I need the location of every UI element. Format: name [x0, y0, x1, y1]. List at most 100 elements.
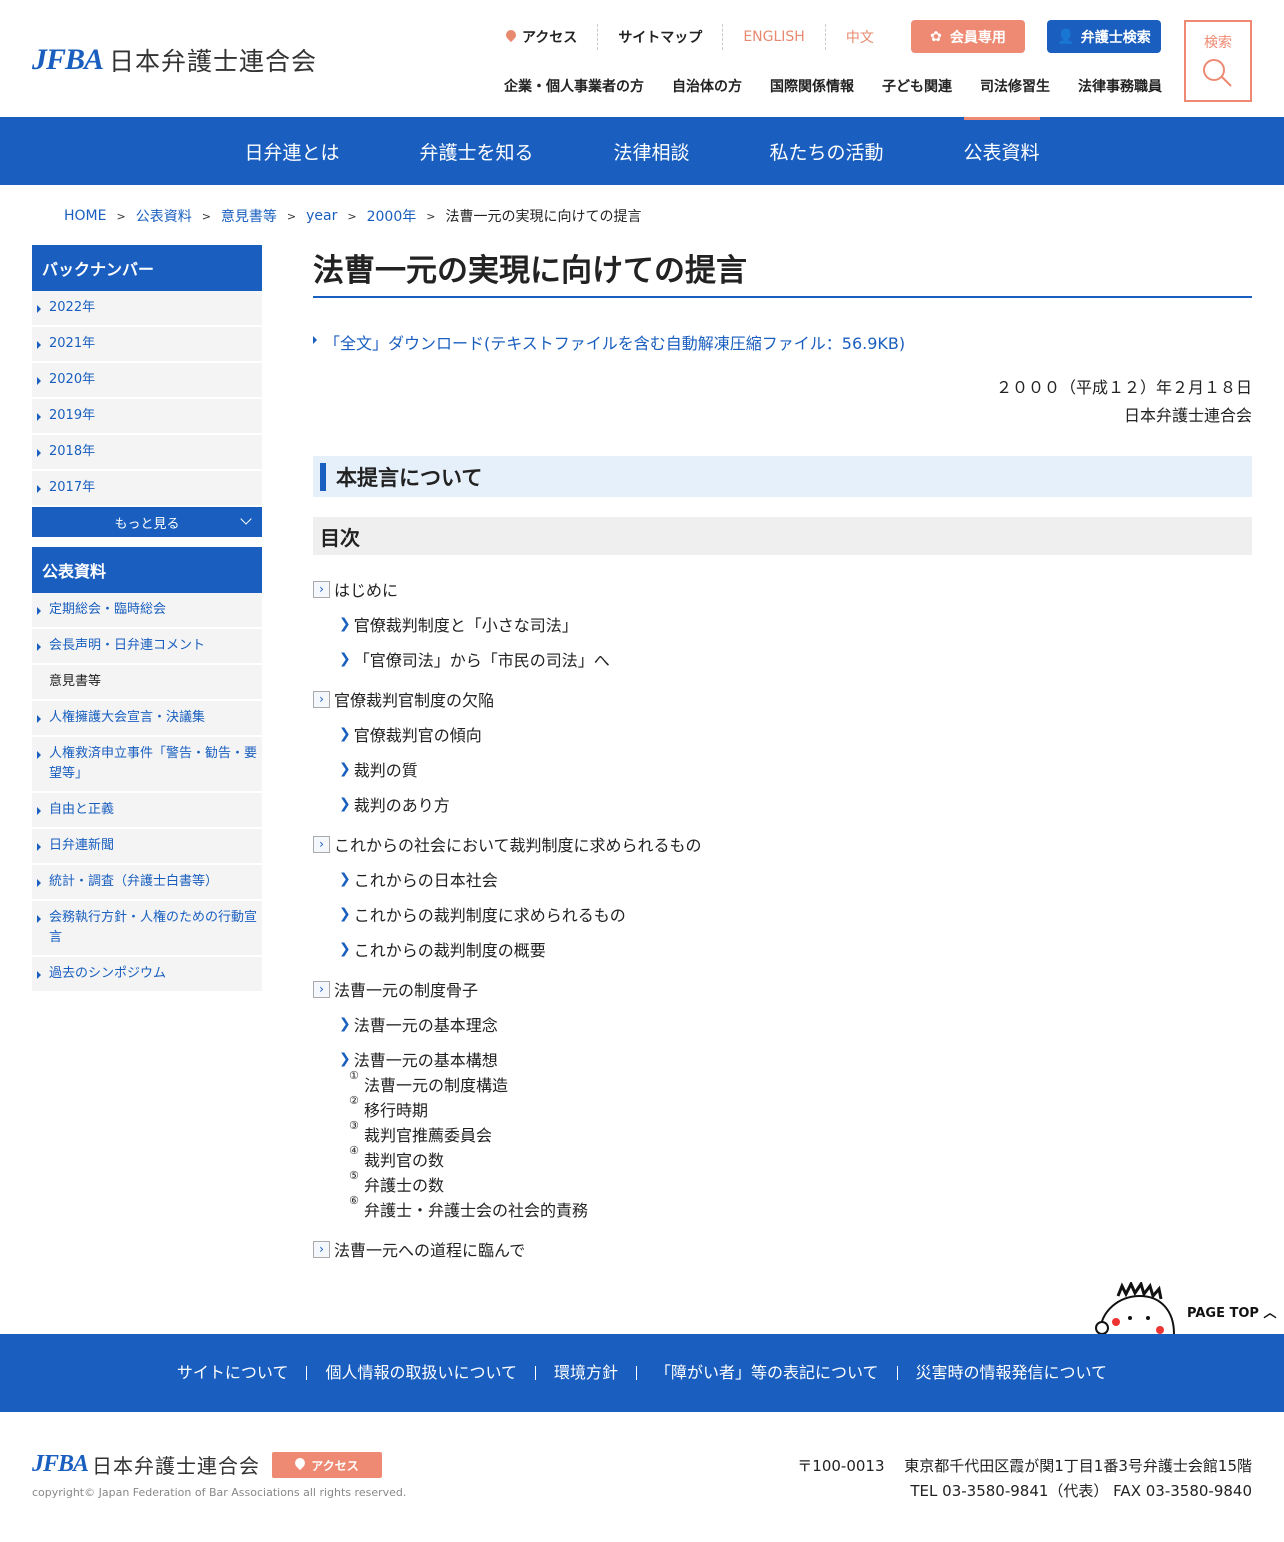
address: 〒100-0013 東京都千代田区霞が関1丁目1番3号弁護士会館15階: [797, 1457, 1252, 1475]
crumb-sep: >: [116, 209, 126, 223]
page-top-label: PAGE TOP ︿: [1187, 1306, 1277, 1321]
sidebar-item-statistics[interactable]: 統計・調査（弁護士白書等）: [32, 865, 262, 901]
heading-bar: [320, 462, 326, 491]
sidebar-item-declarations[interactable]: 人権擁護大会宣言・決議集: [32, 701, 262, 737]
map-pin-icon: [506, 30, 516, 44]
footer-link-environment[interactable]: 環境方針: [536, 1365, 637, 1381]
nav-consultation[interactable]: 法律相談: [573, 117, 729, 185]
sidebar-item-general-meeting[interactable]: 定期総会・臨時総会: [32, 593, 262, 629]
table-of-contents: › はじめに ❯ 官僚裁判制度と「小さな司法」 ❯ 「官僚司法」から「市民の司法」へ › 官僚…: [313, 577, 1252, 1261]
footer-link-disability-notation[interactable]: 「障がい者」等の表記について: [637, 1365, 898, 1381]
footer-access-button[interactable]: アクセス: [272, 1452, 382, 1478]
nav-publications[interactable]: 公表資料: [924, 117, 1080, 185]
page-top-button[interactable]: PAGE TOP ︿: [1090, 1280, 1280, 1335]
toc-group: › 法曹一元への道程に臨んで: [313, 1237, 1252, 1261]
toc-subitem[interactable]: ❯ 官僚裁判制度と「小さな司法」: [313, 612, 1252, 636]
crumb-sep: >: [286, 209, 297, 223]
sidebar-item-2019[interactable]: 2019年: [32, 399, 262, 435]
sidebar-item-2021[interactable]: 2021年: [32, 327, 262, 363]
sidebar-item-2017[interactable]: 2017年: [32, 471, 262, 507]
expand-icon: ›: [313, 690, 330, 708]
subnav-business[interactable]: 企業・個人事業者の方: [490, 76, 658, 96]
phone-fax: TEL 03-3580-9841（代表） FAX 03-3580-9840: [910, 1482, 1252, 1500]
sidebar-item-2018[interactable]: 2018年: [32, 435, 262, 471]
sidebar-item-symposium[interactable]: 過去のシンポジウム: [32, 957, 262, 993]
english-link[interactable]: ENGLISH: [723, 24, 826, 50]
toc-group: › 官僚裁判官制度の欠陥 ❯ 官僚裁判官の傾向 ❯ 裁判の質 ❯ 裁判のあり方: [313, 687, 1252, 816]
chevron-right-icon: ❯: [339, 941, 351, 957]
backnumber-heading: バックナンバー: [32, 245, 262, 291]
footer-link-privacy[interactable]: 個人情報の取扱いについて: [307, 1365, 536, 1381]
toc-subitem[interactable]: ❯ 官僚裁判官の傾向: [313, 722, 1252, 746]
crumb-2000[interactable]: 2000年: [367, 206, 417, 226]
subnav-trainees[interactable]: 司法修習生: [966, 76, 1064, 96]
subnav-children[interactable]: 子ども関連: [868, 76, 966, 96]
logo-mark: JFBA: [32, 43, 104, 76]
crumb-home[interactable]: HOME: [64, 208, 106, 224]
toc-subitem[interactable]: ❯ これからの裁判制度の概要: [313, 937, 1252, 961]
subnav-municipality[interactable]: 自治体の方: [658, 76, 756, 96]
toc-subsubitem[interactable]: ③ 裁判官推薦委員会: [313, 1119, 1252, 1146]
toc-subitem[interactable]: ❯ これからの裁判制度に求められるもの: [313, 902, 1252, 926]
site-logo[interactable]: JFBA 日本弁護士連合会: [32, 42, 317, 78]
chevron-right-icon: ❯: [339, 1016, 351, 1032]
toc-subitem[interactable]: ❯ 法曹一元の基本理念: [313, 1012, 1252, 1036]
show-more-button[interactable]: もっと見る: [32, 507, 262, 537]
toc-item[interactable]: › はじめに: [313, 577, 1252, 601]
sidebar-item-statements[interactable]: 会長声明・日弁連コメント: [32, 629, 262, 665]
sidebar-item-newspaper[interactable]: 日弁連新聞: [32, 829, 262, 865]
expand-icon: ›: [313, 835, 330, 853]
crumb-publications[interactable]: 公表資料: [136, 206, 192, 226]
page-title: 法曹一元の実現に向けての提言: [313, 245, 1252, 298]
sidebar-item-jiyu-to-seigi[interactable]: 自由と正義: [32, 793, 262, 829]
site-header: JFBA 日本弁護士連合会 アクセス サイトマップ ENGLISH 中文 ✿ 会…: [0, 0, 1284, 117]
sidebar-item-opinions: 意見書等: [32, 665, 262, 701]
toc-heading: 目次: [313, 517, 1252, 555]
download-link[interactable]: 「全文」ダウンロード(テキストファイルを含む自動解凍圧縮ファイル：56.9KB): [313, 330, 1252, 354]
toc-subsubitem[interactable]: ② 移行時期: [313, 1094, 1252, 1121]
chinese-link[interactable]: 中文: [826, 24, 894, 50]
toc-item[interactable]: › 法曹一元への道程に臨んで: [313, 1237, 1252, 1261]
toc-subsubitem[interactable]: ④ 裁判官の数: [313, 1144, 1252, 1171]
toc-subsubitem[interactable]: ⑥ 弁護士・弁護士会の社会的責務: [313, 1194, 1252, 1221]
toc-subitem[interactable]: ❯ 裁判の質: [313, 757, 1252, 781]
year-list: 2022年 2021年 2020年 2019年 2018年 2017年: [32, 291, 262, 507]
sidebar-item-policy[interactable]: 会務執行方針・人権のための行動宣言: [32, 901, 262, 957]
chevron-up-icon: ︿: [1263, 1306, 1277, 1321]
toc-subsubitem[interactable]: ⑤ 弁護士の数: [313, 1169, 1252, 1196]
access-link[interactable]: アクセス: [486, 24, 599, 50]
sidebar-item-2020[interactable]: 2020年: [32, 363, 262, 399]
toc-item[interactable]: › 官僚裁判官制度の欠陥: [313, 687, 1252, 711]
flower-icon: ✿: [930, 28, 942, 45]
toc-subitem[interactable]: ❯ 裁判のあり方: [313, 792, 1252, 816]
crumb-opinions[interactable]: 意見書等: [221, 206, 277, 226]
toc-subitem[interactable]: ❯ 法曹一元の基本構想: [313, 1047, 1252, 1071]
subnav-staff[interactable]: 法律事務職員: [1064, 76, 1176, 96]
crumb-sep: >: [426, 209, 436, 223]
section-heading: 本提言について: [313, 456, 1252, 497]
footer-logo[interactable]: JFBA 日本弁護士連合会: [32, 1450, 260, 1479]
sitemap-link[interactable]: サイトマップ: [598, 24, 724, 50]
crumb-current: 法曹一元の実現に向けての提言: [445, 209, 642, 225]
toc-subitem[interactable]: ❯ 「官僚司法」から「市民の司法」へ: [313, 647, 1252, 671]
nav-lawyers[interactable]: 弁護士を知る: [379, 117, 573, 185]
nav-about[interactable]: 日弁連とは: [204, 117, 379, 185]
footer-link-about-site[interactable]: サイトについて: [159, 1365, 308, 1381]
expand-icon: ›: [313, 980, 330, 998]
subnav-international[interactable]: 国際関係情報: [756, 76, 868, 96]
member-only-button[interactable]: ✿ 会員専用: [911, 20, 1025, 53]
toc-subsubitem[interactable]: ① 法曹一元の制度構造: [313, 1069, 1252, 1096]
footer-link-disaster-info[interactable]: 災害時の情報発信について: [898, 1365, 1126, 1381]
toc-item[interactable]: › これからの社会において裁判制度に求められるもの: [313, 832, 1252, 856]
toc-item[interactable]: › 法曹一元の制度骨子: [313, 977, 1252, 1001]
expand-icon: ›: [313, 580, 330, 598]
lawyer-search-button[interactable]: 👤 弁護士検索: [1047, 20, 1161, 53]
mascot-icon: [1095, 1280, 1175, 1335]
crumb-year[interactable]: year: [306, 208, 337, 224]
sidebar-item-2022[interactable]: 2022年: [32, 291, 262, 327]
sidebar-item-human-rights-cases[interactable]: 人権救済申立事件「警告・勧告・要望等」: [32, 737, 262, 793]
toc-subitem[interactable]: ❯ これからの日本社会: [313, 867, 1252, 891]
nav-activities[interactable]: 私たちの活動: [730, 117, 924, 185]
crumb-sep: >: [201, 209, 211, 223]
search-button[interactable]: 検索: [1184, 20, 1252, 102]
